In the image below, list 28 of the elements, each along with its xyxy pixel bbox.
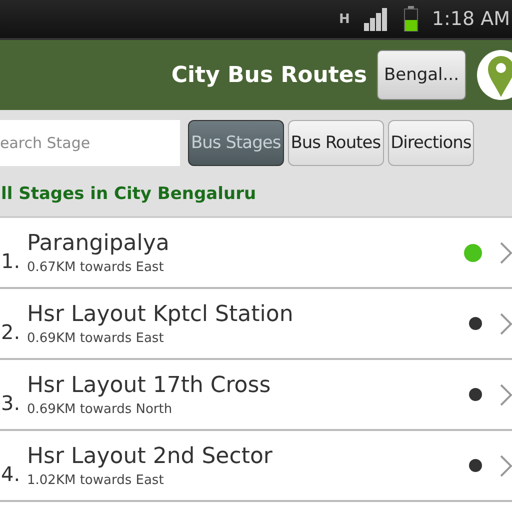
stage-name: Parangipalya — [27, 230, 170, 256]
network-type: H — [339, 12, 350, 26]
stage-number: 2. — [1, 320, 22, 344]
chevron-icon — [500, 312, 512, 334]
list-header: ll Stages in City Bengaluru — [1, 184, 256, 204]
clock-time: 1:18 AM — [432, 8, 510, 30]
stage-name: Hsr Layout 2nd Sector — [27, 444, 274, 468]
tab[interactable]: Bus Stages — [188, 120, 284, 166]
app-title: City Bus Routes — [171, 62, 367, 88]
location-pin-icon[interactable] — [476, 49, 512, 101]
stage-number: 1. — [1, 249, 22, 273]
chevron-icon — [500, 384, 512, 406]
signal-icon — [364, 7, 390, 31]
battery-icon — [404, 6, 418, 32]
chevron-icon — [500, 454, 512, 476]
stage-distance: 0.69KM towards North — [27, 402, 174, 416]
stage-number: 3. — [1, 391, 22, 415]
stage-name: Hsr Layout 17th Cross — [27, 372, 272, 398]
stage-name: Hsr Layout Kptcl Station — [27, 302, 294, 326]
stage-number: 4. — [1, 462, 22, 486]
stage-distance: 1.02KM towards East — [27, 472, 165, 488]
tab[interactable]: Directions — [388, 120, 474, 166]
stage-distance: 0.67KM towards East — [27, 260, 165, 274]
stage-distance: 0.69KM towards East — [27, 330, 165, 346]
search-field[interactable]: earch Stage — [0, 120, 180, 166]
city-button[interactable]: Bengal... — [376, 50, 466, 100]
chevron-icon — [500, 242, 512, 264]
tab[interactable]: Bus Routes — [288, 120, 384, 166]
